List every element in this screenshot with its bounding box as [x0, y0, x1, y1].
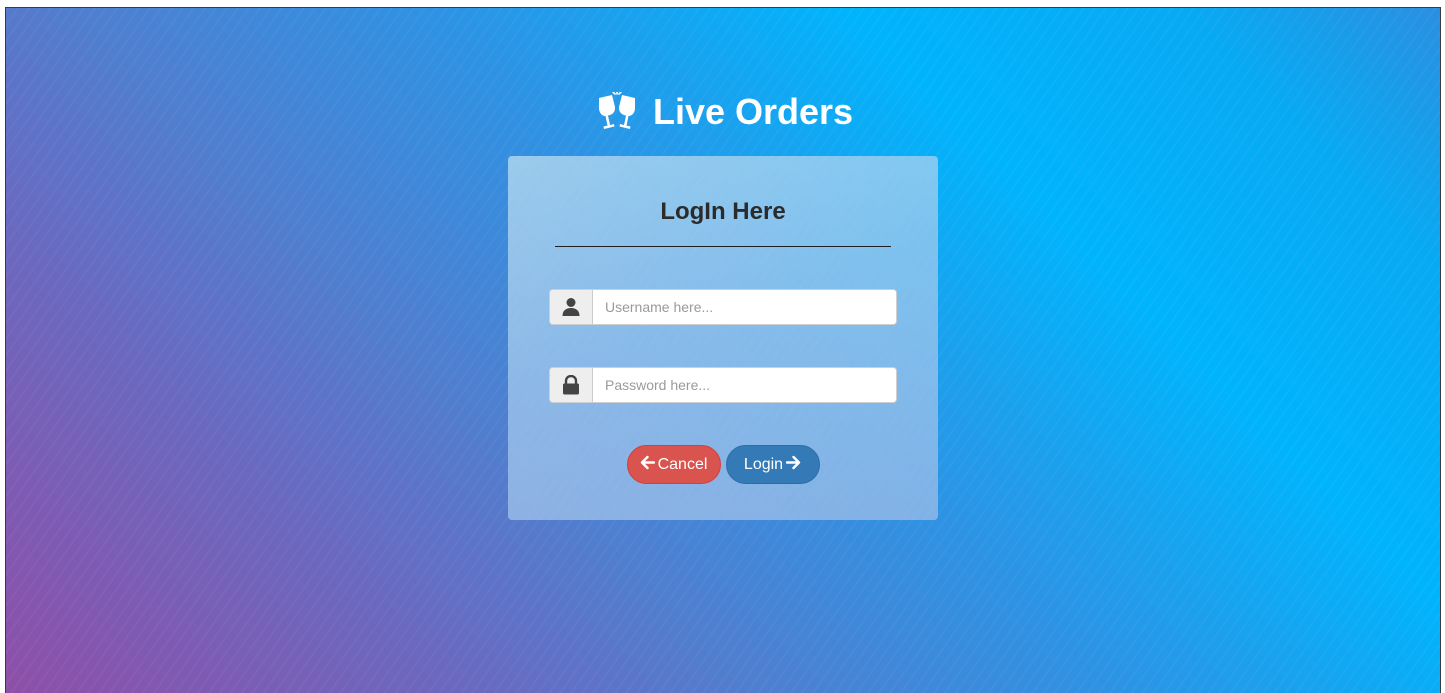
brand-title: Live Orders: [652, 91, 854, 132]
login-button[interactable]: Login: [725, 445, 820, 484]
password-input[interactable]: [593, 368, 896, 402]
cancel-button-label: Cancel: [657, 455, 708, 473]
login-title: LogIn Here: [660, 198, 786, 225]
cancel-button[interactable]: Cancel: [626, 445, 721, 484]
username-input[interactable]: [593, 290, 896, 324]
lock-icon: [550, 368, 593, 402]
arrow-right-icon: [785, 455, 801, 475]
arrow-left-icon: [640, 455, 655, 475]
title-divider: [555, 246, 891, 247]
glasses-cheers-icon: [593, 91, 641, 132]
login-button-label: Login: [743, 455, 784, 473]
form-actions: Cancel Login: [508, 445, 938, 484]
login-card: LogIn Here Username here... Cancel Login: [508, 156, 938, 520]
login-page-background: Live Orders LogIn Here Username here... …: [5, 7, 1441, 693]
brand-header: Live Orders: [6, 90, 1440, 142]
user-icon: [550, 290, 593, 324]
username-input-group: [549, 289, 897, 325]
password-input-group: [549, 367, 897, 403]
